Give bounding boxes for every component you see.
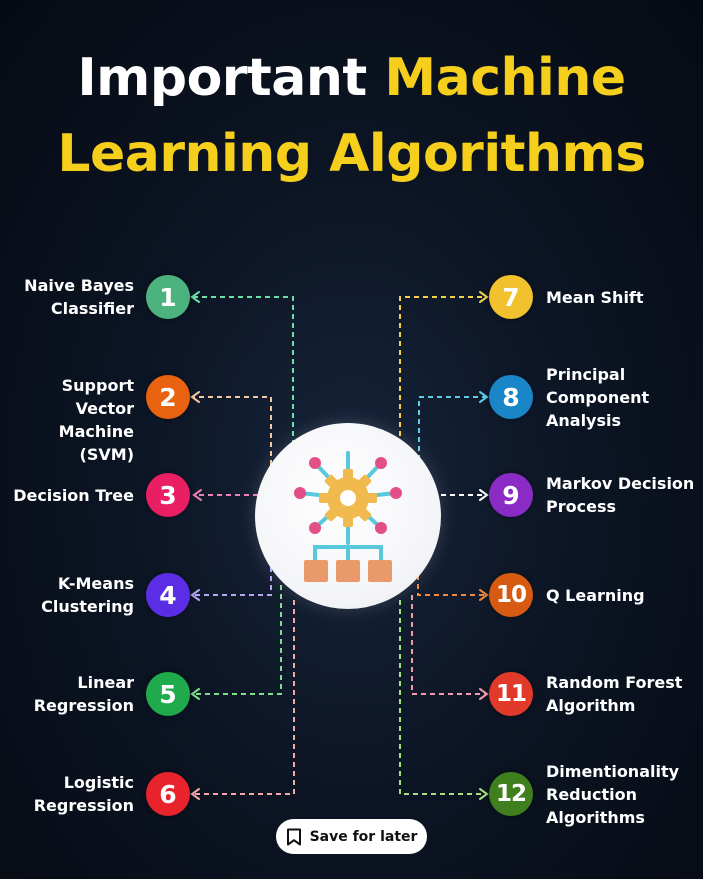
algorithm-number-12: 12 <box>489 772 533 816</box>
algorithm-label-line: Reduction <box>546 784 638 804</box>
algorithm-label-line: Classifier <box>50 299 134 318</box>
connector-12 <box>399 600 487 795</box>
algorithm-label-2: Support Vector Machine (SVM) <box>0 374 134 466</box>
algorithm-label-line: Linear <box>77 673 134 692</box>
arrowhead-12 <box>479 788 489 800</box>
algorithm-label-line: Dimentionality <box>546 761 680 781</box>
arrowhead-11 <box>479 688 489 700</box>
algorithm-number-7: 7 <box>489 275 533 319</box>
algorithm-label-line: Logistic <box>63 773 134 792</box>
algorithm-number-6: 6 <box>146 772 190 816</box>
algorithm-label-3: Decision Tree <box>13 484 134 507</box>
algorithm-label-12: Dimentionality Reduction Algorithms <box>546 760 679 829</box>
algorithm-label-11: Random Forest Algorithm <box>546 671 682 717</box>
algorithm-label-line: Q Learning <box>546 585 645 605</box>
algorithm-label-line: Random Forest <box>546 673 683 692</box>
algorithm-number-4: 4 <box>146 573 190 617</box>
algorithm-label-line: Naive Bayes <box>24 276 134 295</box>
algorithm-label-8: Principal Component Analysis <box>546 363 649 432</box>
algorithm-number-2: 2 <box>146 375 190 419</box>
algorithm-label-line: Mean Shift <box>546 287 644 307</box>
algorithm-number-1: 1 <box>146 275 190 319</box>
algorithm-number-10: 10 <box>489 573 533 617</box>
algorithm-label-line: Decision Tree <box>13 485 134 505</box>
algorithm-label-line: Process <box>546 497 616 516</box>
infographic: Important Machine Learning Algorithms 1N… <box>0 0 703 879</box>
central-hub <box>255 423 441 609</box>
algorithm-label-1: Naive Bayes Classifier <box>24 274 134 320</box>
algorithm-label-line: Regression <box>33 796 134 815</box>
algorithm-number-11: 11 <box>489 672 533 716</box>
algorithm-label-line: Principal <box>546 364 626 384</box>
connector-6 <box>192 600 295 795</box>
algorithm-label-line: Machine (SVM) <box>58 422 134 464</box>
algorithm-label-line: Regression <box>33 696 134 715</box>
algorithm-label-9: Markov Decision Process <box>546 472 694 518</box>
algorithm-label-line: Analysis <box>546 410 622 430</box>
connector-11 <box>411 595 487 695</box>
algorithm-label-6: Logistic Regression <box>34 771 134 817</box>
algorithm-label-line: Algorithm <box>546 696 636 715</box>
algorithm-label-10: Q Learning <box>546 584 645 607</box>
gear-network-icon <box>294 451 402 582</box>
algorithm-label-4: K-Means Clustering <box>41 572 134 618</box>
algorithm-number-3: 3 <box>146 473 190 517</box>
algorithm-label-7: Mean Shift <box>546 286 644 309</box>
algorithm-label-line: Component <box>546 387 650 407</box>
bookmark-icon <box>286 828 301 845</box>
algorithm-label-5: Linear Regression <box>34 671 134 717</box>
save-for-later-button[interactable]: Save for later <box>276 819 427 854</box>
algorithm-label-line: K-Means <box>57 574 134 593</box>
algorithm-number-8: 8 <box>489 375 533 419</box>
algorithm-label-line: Support Vector <box>61 376 134 418</box>
algorithm-label-line: Clustering <box>41 597 134 616</box>
algorithm-label-line: Algorithms <box>546 807 645 827</box>
algorithm-label-line: Markov Decision <box>546 474 695 493</box>
algorithm-number-5: 5 <box>146 672 190 716</box>
arrowhead-2 <box>190 391 200 403</box>
algorithm-number-9: 9 <box>489 473 533 517</box>
save-for-later-label: Save for later <box>309 828 418 845</box>
